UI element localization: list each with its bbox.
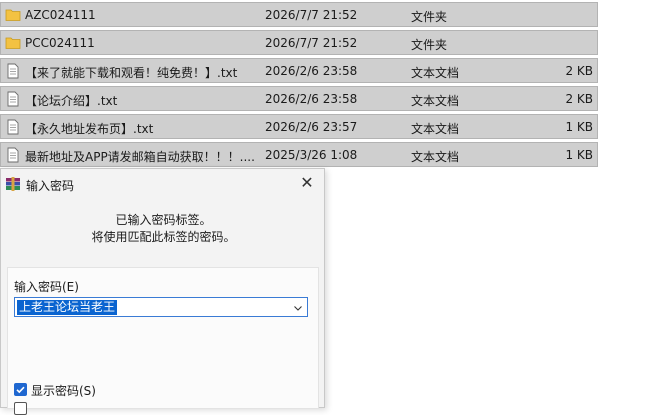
file-name: PCC024111	[25, 36, 95, 50]
password-input[interactable]: 上老王论坛当老王	[14, 297, 308, 317]
file-name: 最新地址及APP请发邮箱自动获取！！！....	[25, 150, 255, 164]
password-value[interactable]: 上老王论坛当老王	[17, 300, 118, 315]
file-size: 2 KB	[565, 64, 593, 78]
dialog-title: 输入密码	[26, 179, 75, 193]
file-row[interactable]: 【论坛介绍】.txt 2026/2/6 23:58 文本文档 2 KB	[0, 86, 598, 111]
dialog-message-line2: 将使用匹配此标签的密码。	[91, 230, 236, 244]
file-type: 文件夹	[411, 38, 448, 52]
folder-icon	[5, 35, 21, 51]
file-size: 1 KB	[565, 120, 593, 134]
password-label: 输入密码(E)	[14, 280, 79, 294]
file-name: 【来了就能下载和观看！纯免费！】.txt	[25, 66, 238, 80]
show-password-label: 显示密码(S)	[31, 384, 96, 398]
file-type: 文件夹	[411, 10, 448, 24]
text-file-icon	[5, 91, 21, 107]
file-date: 2026/7/7 21:52	[265, 8, 358, 22]
text-file-icon	[5, 63, 21, 79]
file-row[interactable]: AZC024111 2026/7/7 21:52 文件夹	[0, 2, 598, 27]
text-file-icon	[5, 119, 21, 135]
password-group: 输入密码(E) 上老王论坛当老王 显示密码(S)	[7, 267, 319, 415]
file-date: 2026/2/6 23:57	[265, 120, 358, 134]
file-size: 1 KB	[565, 148, 593, 162]
show-password-checkbox[interactable]	[14, 383, 27, 396]
file-type: 文本文档	[411, 122, 460, 136]
dialog-titlebar[interactable]: 输入密码 ✕	[1, 169, 324, 199]
text-file-icon	[5, 147, 21, 163]
file-type: 文本文档	[411, 150, 460, 164]
file-name: 【永久地址发布页】.txt	[25, 122, 154, 136]
file-row[interactable]: PCC024111 2026/7/7 21:52 文件夹	[0, 30, 598, 55]
file-row[interactable]: 【来了就能下载和观看！纯免费！】.txt 2026/2/6 23:58 文本文档…	[0, 58, 598, 83]
file-type: 文本文档	[411, 66, 460, 80]
chevron-down-icon[interactable]	[293, 302, 303, 312]
file-name: 【论坛介绍】.txt	[25, 94, 118, 108]
dialog-message-line1: 已输入密码标签。	[115, 213, 212, 227]
file-row[interactable]: 最新地址及APP请发邮箱自动获取！！！.... 2025/3/26 1:08 文…	[0, 142, 598, 167]
winrar-icon	[5, 176, 21, 192]
password-dialog: 输入密码 ✕ 已输入密码标签。 将使用匹配此标签的密码。 输入密码(E) 上老王…	[0, 168, 325, 415]
file-row[interactable]: 【永久地址发布页】.txt 2026/2/6 23:57 文本文档 1 KB	[0, 114, 598, 139]
file-name: AZC024111	[25, 8, 96, 22]
close-icon[interactable]: ✕	[296, 172, 318, 194]
file-date: 2026/2/6 23:58	[265, 64, 358, 78]
file-type: 文本文档	[411, 94, 460, 108]
file-date: 2026/2/6 23:58	[265, 92, 358, 106]
folder-icon	[5, 7, 21, 23]
file-date: 2025/3/26 1:08	[265, 148, 358, 162]
file-date: 2026/7/7 21:52	[265, 36, 358, 50]
file-size: 2 KB	[565, 92, 593, 106]
